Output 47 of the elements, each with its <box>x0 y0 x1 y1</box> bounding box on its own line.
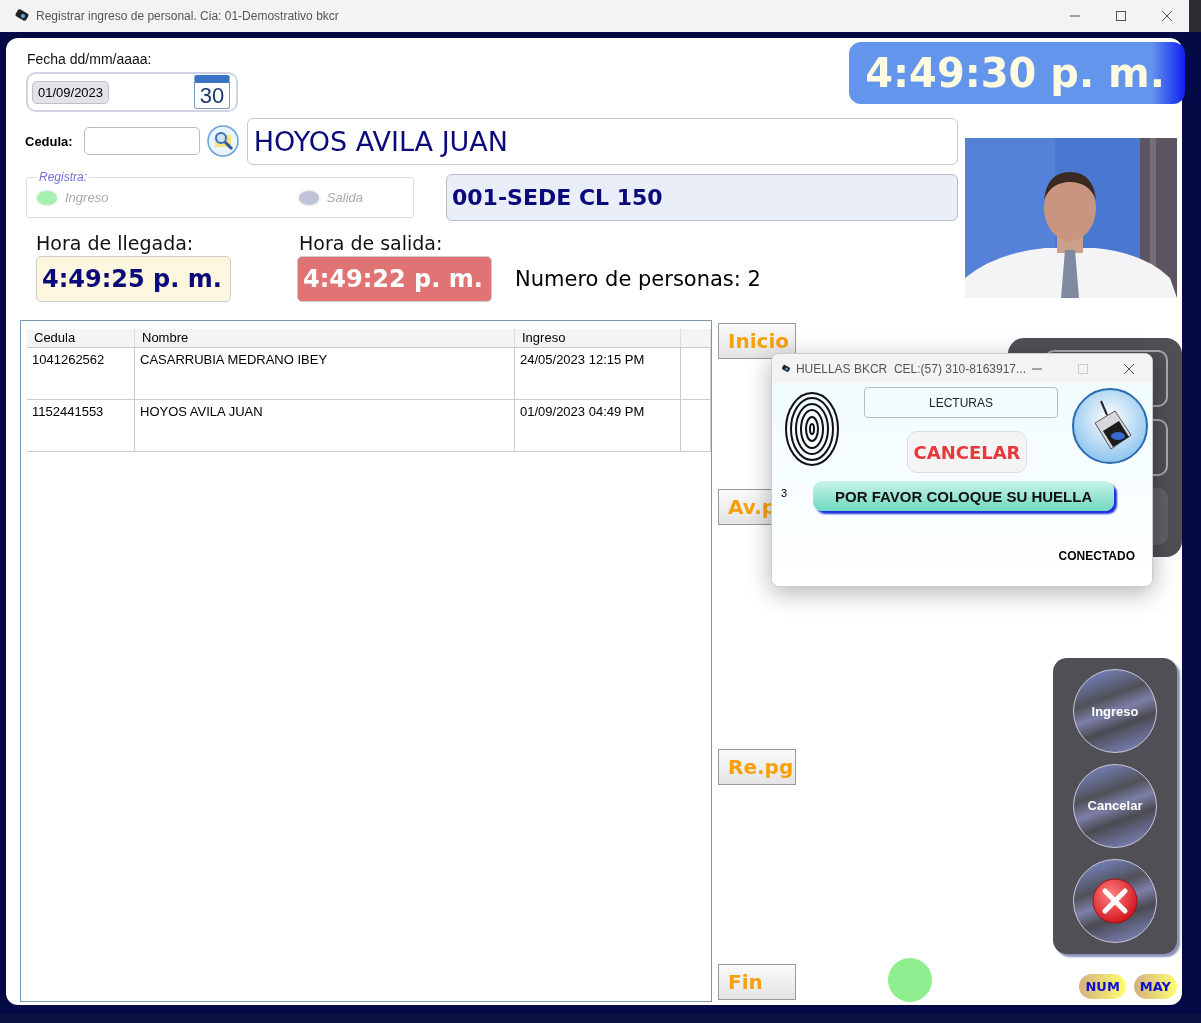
departure-time: 4:49:22 p. m. <box>297 256 492 302</box>
app-icon <box>14 9 30 23</box>
prompt-button[interactable]: POR FAVOR COLOQUE SU HUELLA <box>813 481 1115 511</box>
key-indicator: MAY <box>1133 974 1177 999</box>
cedula-label: Cedula: <box>25 133 73 149</box>
table-cell: 1041262562 <box>27 348 135 399</box>
close-icon[interactable] <box>1123 362 1135 375</box>
round-button[interactable]: Cancelar <box>1073 764 1157 848</box>
dialog-title: HUELLAS BKCR CEL:(57) 310-8163917... <box>795 361 1026 376</box>
key-indicator: NUM <box>1079 974 1126 999</box>
registra-label: Registra: <box>38 170 89 184</box>
arrival-time: 4:49:25 p. m. <box>36 256 231 302</box>
table-cell: 01/09/2023 04:49 PM <box>515 400 681 451</box>
search-icon[interactable] <box>206 125 239 157</box>
close-icon[interactable] <box>1161 10 1173 22</box>
table-cell: 1152441553 <box>27 400 135 451</box>
departure-label: Hora de salida: <box>299 232 444 254</box>
table-cell: 24/05/2023 12:15 PM <box>515 348 681 399</box>
maximize-icon[interactable] <box>1115 10 1127 22</box>
window-title: Registrar ingreso de personal. Cia: 01-Demostrativo bkcr <box>36 9 339 23</box>
calendar-icon[interactable]: 30 <box>194 75 230 109</box>
connection-status: CONECTADO <box>1058 549 1135 563</box>
cedula-input[interactable] <box>83 127 200 155</box>
column-header[interactable]: Nombre <box>135 329 515 347</box>
name-field: HOYOS AVILA JUAN <box>246 117 958 165</box>
column-header[interactable]: Cedula <box>27 329 135 347</box>
site-field: 001-SEDE CL 150 <box>446 174 958 221</box>
date-value: 01/09/2023 <box>32 80 110 104</box>
people-count: Numero de personas: 2 <box>515 267 761 291</box>
close-icon <box>1092 877 1138 924</box>
table-cell: CASARRUBIA MEDRANO IBEY <box>135 348 515 399</box>
fingerprint-icon <box>784 389 840 467</box>
read-count: 3 <box>781 487 788 499</box>
fingerprint-reader-icon <box>1071 387 1149 465</box>
round-button[interactable]: Ingreso <box>1073 669 1157 754</box>
date-picker[interactable]: 01/09/2023 30 <box>26 72 238 112</box>
clock-display: 4:49:30 p. m. <box>849 42 1185 104</box>
radio-label: Salida <box>326 190 363 205</box>
status-dot <box>888 958 932 1002</box>
readings-field: LECTURAS <box>864 387 1058 418</box>
table-cell: HOYOS AVILA JUAN <box>135 400 515 451</box>
date-label: Fecha dd/mm/aaaa: <box>27 51 153 67</box>
arrival-label: Hora de llegada: <box>36 232 195 254</box>
column-header[interactable]: Ingreso <box>515 329 681 347</box>
cancel-button[interactable]: CANCELAR <box>907 431 1027 473</box>
radio-label: Ingreso <box>65 190 109 205</box>
maximize-icon <box>1077 362 1089 375</box>
